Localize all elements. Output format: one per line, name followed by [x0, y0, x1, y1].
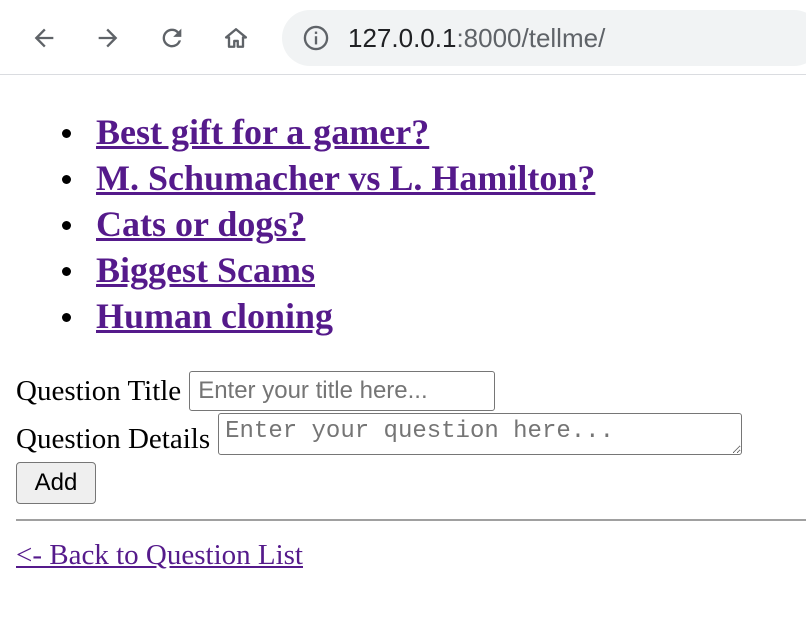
list-item: M. Schumacher vs L. Hamilton?: [0, 155, 595, 201]
list-item: Human cloning: [0, 293, 595, 339]
url-text: 127.0.0.1:8000/tellme/: [348, 22, 606, 53]
list-item: Biggest Scams: [0, 247, 595, 293]
bullet-icon: [62, 175, 71, 184]
question-link[interactable]: Human cloning: [96, 296, 333, 336]
arrow-left-icon: [34, 28, 54, 48]
bullet-icon: [62, 267, 71, 276]
forward-button[interactable]: [90, 20, 126, 56]
question-details-textarea[interactable]: [218, 413, 743, 455]
question-details-label: Question Details: [16, 423, 211, 455]
back-to-list-link[interactable]: <- Back to Question List: [16, 539, 303, 572]
question-title-label: Question Title: [16, 374, 182, 407]
bullet-icon: [62, 313, 71, 322]
question-link[interactable]: Best gift for a gamer?: [96, 112, 429, 152]
reload-button[interactable]: [154, 20, 190, 56]
browser-toolbar: 127.0.0.1:8000/tellme/: [0, 0, 806, 75]
question-details-row: Question Details: [16, 413, 743, 457]
question-title-input[interactable]: [189, 371, 496, 411]
address-bar[interactable]: 127.0.0.1:8000/tellme/: [282, 10, 806, 66]
list-item: Cats or dogs?: [0, 201, 595, 247]
home-button[interactable]: [218, 20, 254, 56]
arrow-right-icon: [98, 28, 118, 48]
reload-icon: [162, 28, 182, 48]
question-title-row: Question Title: [16, 371, 496, 411]
bullet-icon: [62, 129, 71, 138]
add-button[interactable]: Add: [16, 462, 96, 504]
question-link[interactable]: M. Schumacher vs L. Hamilton?: [96, 158, 595, 198]
back-button[interactable]: [26, 20, 62, 56]
question-link[interactable]: Biggest Scams: [96, 250, 315, 290]
list-item: Best gift for a gamer?: [0, 109, 595, 155]
question-link[interactable]: Cats or dogs?: [96, 204, 305, 244]
info-icon[interactable]: [302, 24, 330, 52]
question-list: Best gift for a gamer? M. Schumacher vs …: [0, 109, 595, 339]
home-icon: [224, 28, 248, 48]
divider: [16, 519, 806, 521]
bullet-icon: [62, 221, 71, 230]
